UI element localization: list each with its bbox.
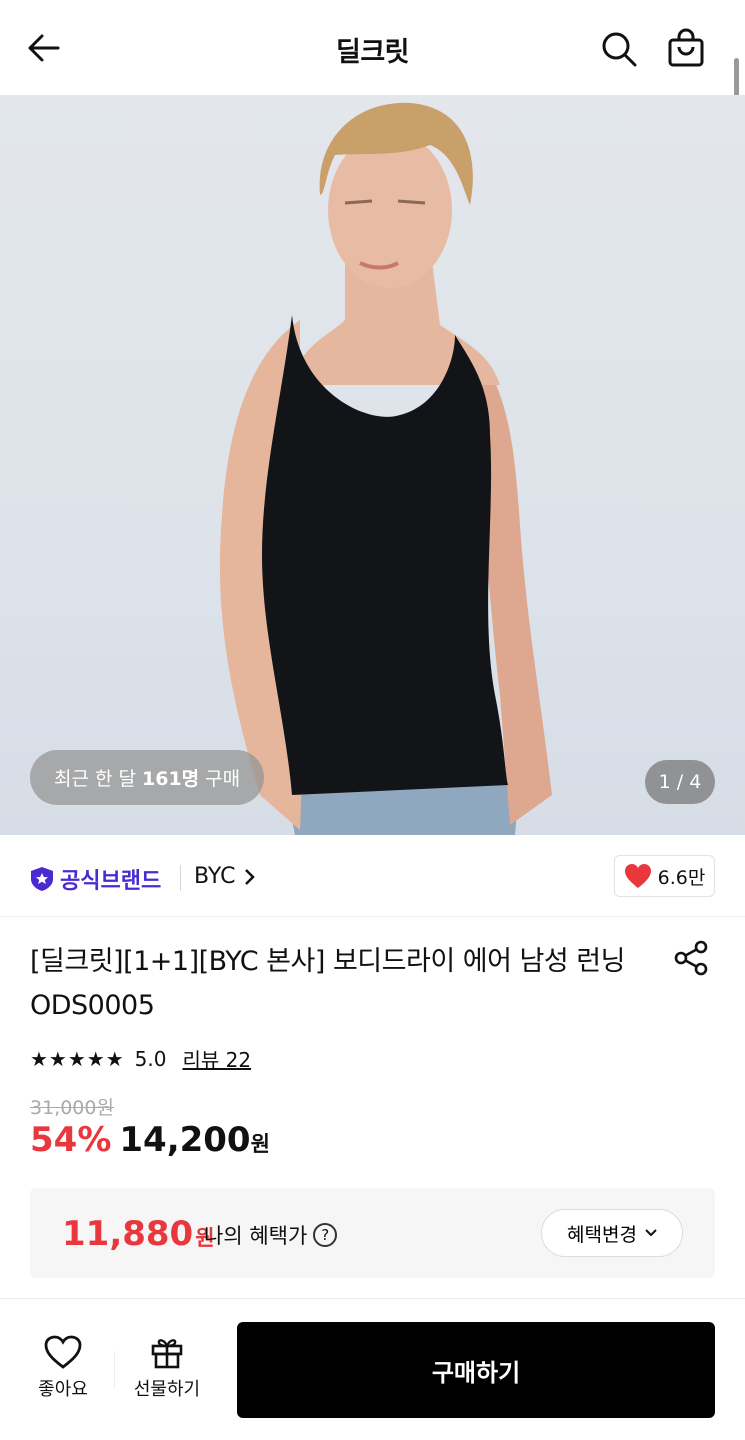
star-shield-icon (31, 867, 53, 891)
gift-icon (151, 1339, 183, 1369)
gift-button[interactable]: 선물하기 (122, 1335, 212, 1401)
bottom-action-bar: 좋아요 선물하기 구매하기 (0, 1298, 745, 1440)
divider (114, 1351, 115, 1389)
rating-value: 5.0 (134, 1046, 167, 1071)
sale-price: 14,200 (119, 1120, 251, 1160)
help-icon[interactable]: ? (313, 1223, 338, 1247)
purchase-count: 161명 (142, 768, 200, 790)
change-benefit-button[interactable]: 혜택변경 (541, 1209, 683, 1257)
sale-price-group: 14,200원 (119, 1120, 270, 1160)
product-photo (219, 102, 552, 835)
gift-label: 선물하기 (133, 1379, 201, 1400)
product-image-carousel[interactable]: 최근 한 달 161명 구매 1 / 4 (0, 95, 745, 835)
wishlist-count-button[interactable]: 6.6만 (614, 855, 715, 897)
currency-unit: 원 (250, 1132, 270, 1156)
like-button[interactable]: 좋아요 (18, 1335, 108, 1401)
brand-name: BYC (194, 864, 236, 889)
shopping-bag-icon[interactable] (664, 26, 708, 70)
divider (180, 865, 181, 891)
change-benefit-label: 혜택변경 (567, 1224, 637, 1246)
star-rating-icon: ★★★★★ (30, 1046, 125, 1071)
product-title: [딜크릿][1+1][BYC 본사] 보디드라이 에어 남성 런닝 ODS000… (30, 946, 625, 1021)
buy-button[interactable]: 구매하기 (237, 1322, 715, 1418)
purchase-prefix: 최근 한 달 (54, 768, 136, 790)
heart-filled-icon (624, 864, 651, 888)
top-app-bar: 딜크릿 (0, 0, 745, 95)
like-count: 6.6만 (657, 866, 706, 889)
price-row: 54% 14,200원 (30, 1120, 270, 1160)
original-price: 31,000원 (30, 1097, 114, 1119)
share-icon[interactable] (672, 938, 712, 978)
official-brand-label: 공식브랜드 (60, 869, 162, 894)
benefit-amount: 11,880 (62, 1214, 194, 1254)
discount-rate: 54% (30, 1120, 112, 1160)
recent-purchase-badge: 최근 한 달 161명 구매 (30, 750, 265, 805)
heart-outline-icon (44, 1335, 82, 1369)
chevron-right-icon (244, 868, 255, 885)
benefit-label-group: 나의 혜택가 ? (204, 1220, 338, 1250)
like-label: 좋아요 (38, 1379, 88, 1400)
brand-row: 공식브랜드 BYC 6.6만 (0, 835, 745, 917)
brand-link[interactable]: BYC (194, 864, 256, 889)
benefit-price: 11,880 원 (62, 1214, 215, 1254)
official-brand-badge: 공식브랜드 (30, 863, 161, 895)
chevron-down-icon (645, 1229, 657, 1237)
benefit-label: 나의 혜택가 (204, 1224, 308, 1248)
rating-row: ★★★★★ 5.0 리뷰 22 (30, 1044, 251, 1073)
review-link[interactable]: 리뷰 22 (182, 1044, 251, 1073)
image-page-indicator: 1 / 4 (645, 760, 715, 804)
benefit-price-box: 11,880 원 나의 혜택가 ? 혜택변경 (30, 1188, 715, 1278)
purchase-suffix: 구매 (205, 768, 241, 790)
search-icon[interactable] (598, 28, 640, 70)
